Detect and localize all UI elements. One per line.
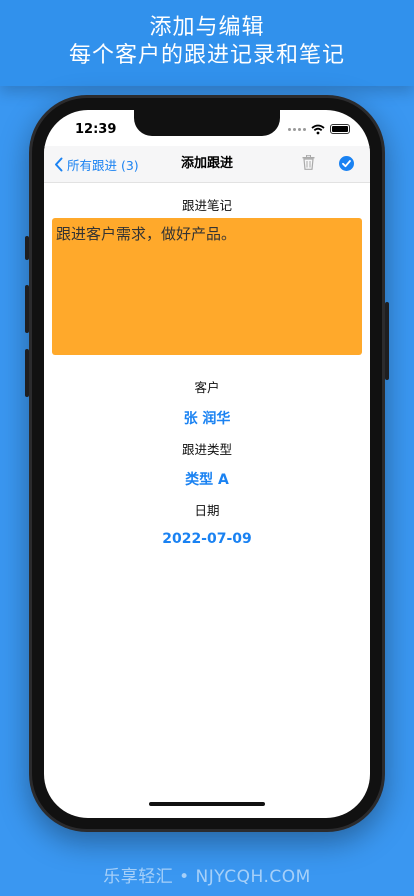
signal-icon bbox=[288, 127, 306, 131]
home-indicator bbox=[149, 802, 265, 806]
side-button-right bbox=[385, 302, 389, 380]
side-button-left-3 bbox=[25, 349, 29, 397]
type-label: 跟进类型 bbox=[181, 442, 232, 457]
banner-title: 添加与编辑 bbox=[149, 15, 265, 40]
trash-icon[interactable] bbox=[302, 155, 315, 170]
app-screen: 12:39 所有跟进 (3) 添加跟进 跟进笔记 跟进客户需求，做好产品。 客户… bbox=[44, 110, 370, 818]
status-time: 12:39 bbox=[75, 122, 117, 137]
date-label: 日期 bbox=[194, 503, 220, 518]
navigation-bar: 所有跟进 (3) 添加跟进 bbox=[44, 146, 370, 183]
status-icons bbox=[288, 123, 350, 135]
wifi-icon bbox=[311, 124, 325, 134]
note-textarea[interactable]: 跟进客户需求，做好产品。 bbox=[52, 218, 362, 355]
side-button-left-1 bbox=[25, 236, 29, 260]
battery-icon bbox=[330, 124, 350, 134]
side-button-left-2 bbox=[25, 285, 29, 333]
notch bbox=[134, 110, 280, 136]
done-button[interactable] bbox=[339, 156, 354, 171]
checkmark-circle-icon bbox=[342, 160, 351, 168]
date-picker[interactable]: 2022-07-09 bbox=[44, 531, 370, 547]
promo-banner: 添加与编辑 每个客户的跟进记录和笔记 bbox=[0, 0, 414, 86]
customer-picker[interactable]: 张 润华 bbox=[44, 408, 370, 428]
page-title: 添加跟进 bbox=[180, 156, 233, 171]
type-picker[interactable]: 类型 A bbox=[44, 469, 370, 489]
banner-subtitle: 每个客户的跟进记录和笔记 bbox=[68, 43, 345, 68]
customer-label: 客户 bbox=[194, 380, 220, 395]
watermark: 乐享轻汇 • NJYCQH.COM bbox=[103, 867, 311, 887]
note-label: 跟进笔记 bbox=[181, 198, 232, 213]
